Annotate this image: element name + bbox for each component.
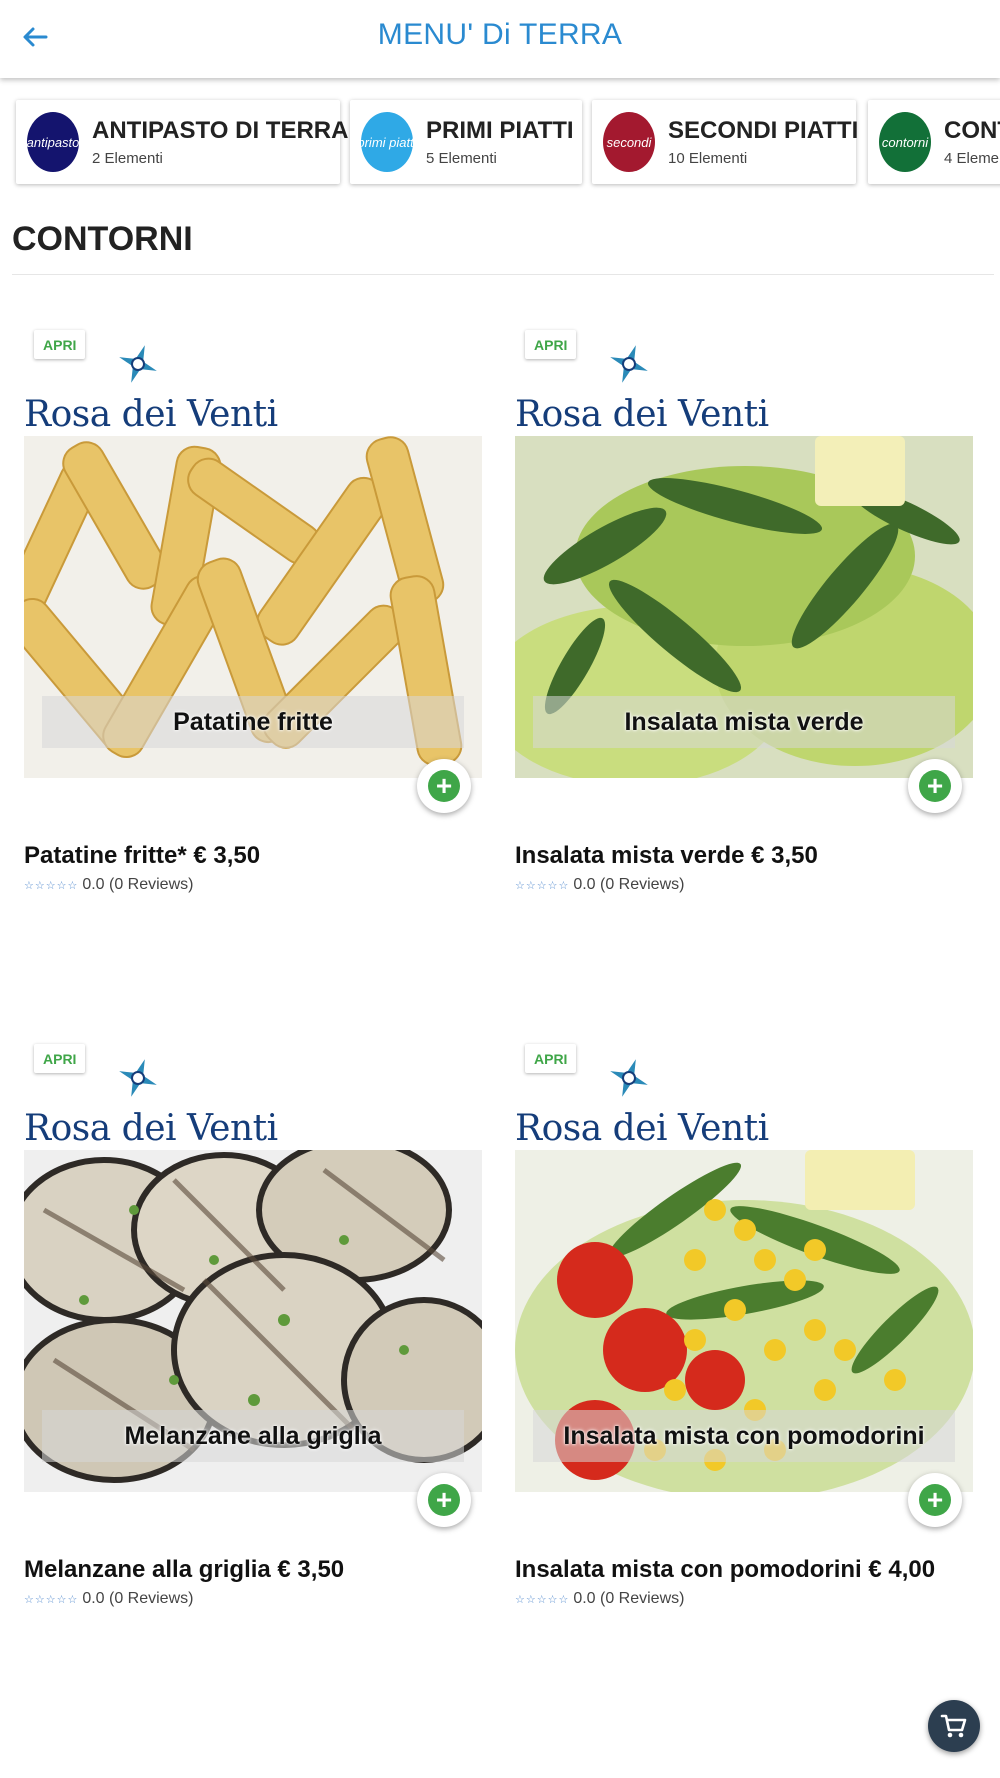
product-title[interactable]: Insalata mista con pomodorini € 4,00: [515, 1556, 935, 1584]
star-icon: ☆☆☆☆☆: [24, 879, 79, 892]
product-rating: ☆☆☆☆☆ 0.0 (0 Reviews): [24, 1590, 193, 1608]
product-card[interactable]: APRI Rosa dei Venti: [515, 1040, 973, 1607]
product-card[interactable]: APRI Rosa dei Venti Insalata mista verde…: [515, 326, 973, 893]
product-photo[interactable]: Insalata mista verde: [515, 436, 973, 778]
compass-star-icon: [610, 1059, 648, 1097]
section-divider: [12, 274, 994, 275]
restaurant-logo-text: Rosa dei Venti: [515, 394, 769, 435]
plus-icon: +: [919, 1484, 951, 1516]
photo-caption: Insalata mista con pomodorini: [533, 1410, 955, 1462]
category-count: 4 Elementi: [944, 150, 1000, 167]
category-count: 2 Elementi: [92, 150, 163, 167]
rating-text: 0.0 (0 Reviews): [573, 876, 685, 893]
add-to-cart-button[interactable]: +: [908, 1473, 962, 1527]
plus-icon: +: [428, 770, 460, 802]
star-icon: ☆☆☆☆☆: [515, 879, 570, 892]
compass-star-icon: [119, 345, 157, 383]
compass-star-icon: [119, 1059, 157, 1097]
section-title: CONTORNI: [12, 220, 193, 258]
restaurant-logo-text: Rosa dei Venti: [515, 1108, 769, 1149]
add-to-cart-button[interactable]: +: [417, 759, 471, 813]
category-badge: primi piatti: [361, 112, 413, 172]
apri-badge[interactable]: APRI: [34, 1044, 86, 1073]
cart-icon: [940, 1714, 967, 1738]
category-count: 10 Elementi: [668, 150, 748, 167]
category-badge: contorni: [879, 112, 931, 172]
photo-caption: Patatine fritte: [42, 696, 464, 748]
product-photo[interactable]: Melanzane alla griglia: [24, 1150, 482, 1492]
page-title: MENU' Di TERRA: [377, 18, 623, 51]
add-to-cart-button[interactable]: +: [908, 759, 962, 813]
photo-caption: Melanzane alla griglia: [42, 1410, 464, 1462]
category-carousel[interactable]: antipasto ANTIPASTO DI TERRA 2 Elementi …: [0, 78, 1000, 196]
category-badge: secondi: [603, 112, 655, 172]
apri-badge[interactable]: APRI: [525, 330, 577, 359]
category-name: ANTIPASTO DI TERRA: [92, 117, 349, 144]
compass-star-icon: [610, 345, 648, 383]
restaurant-logo-text: Rosa dei Venti: [24, 1108, 278, 1149]
category-card-secondi[interactable]: secondi SECONDI PIATTI 10 Elementi: [592, 100, 859, 184]
rating-text: 0.0 (0 Reviews): [573, 1590, 685, 1607]
product-card[interactable]: APRI Rosa dei Venti: [24, 1040, 482, 1607]
apri-badge[interactable]: APRI: [34, 330, 86, 359]
rating-text: 0.0 (0 Reviews): [82, 876, 194, 893]
app-header: MENU' Di TERRA: [0, 0, 1000, 78]
category-card-antipasto[interactable]: antipasto ANTIPASTO DI TERRA 2 Elementi: [16, 100, 348, 184]
category-card-primi[interactable]: primi piatti PRIMI PIATTI 5 Elementi: [350, 100, 582, 184]
product-rating: ☆☆☆☆☆ 0.0 (0 Reviews): [515, 876, 684, 894]
cart-button[interactable]: [928, 1700, 980, 1752]
category-name: PRIMI PIATTI: [426, 117, 574, 144]
product-title[interactable]: Insalata mista verde € 3,50: [515, 842, 818, 870]
category-count: 5 Elementi: [426, 150, 497, 167]
category-card-contorni[interactable]: contorni CONTORNI 4 Elementi: [868, 100, 1000, 184]
category-name: CONTORNI: [944, 117, 1000, 144]
product-title[interactable]: Melanzane alla griglia € 3,50: [24, 1556, 344, 1584]
rating-text: 0.0 (0 Reviews): [82, 1590, 194, 1607]
product-title[interactable]: Patatine fritte* € 3,50: [24, 842, 260, 870]
product-photo[interactable]: Patatine fritte: [24, 436, 482, 778]
product-photo[interactable]: Insalata mista con pomodorini: [515, 1150, 973, 1492]
product-card[interactable]: APRI Rosa dei Venti Patatine fritte + Pa…: [24, 326, 482, 893]
category-name: SECONDI PIATTI: [668, 117, 859, 144]
add-to-cart-button[interactable]: +: [417, 1473, 471, 1527]
star-icon: ☆☆☆☆☆: [24, 1593, 79, 1606]
star-icon: ☆☆☆☆☆: [515, 1593, 570, 1606]
product-rating: ☆☆☆☆☆ 0.0 (0 Reviews): [24, 876, 193, 894]
product-rating: ☆☆☆☆☆ 0.0 (0 Reviews): [515, 1590, 684, 1608]
category-badge: antipasto: [27, 112, 79, 172]
photo-caption: Insalata mista verde: [533, 696, 955, 748]
apri-badge[interactable]: APRI: [525, 1044, 577, 1073]
plus-icon: +: [428, 1484, 460, 1516]
restaurant-logo-text: Rosa dei Venti: [24, 394, 278, 435]
plus-icon: +: [919, 770, 951, 802]
